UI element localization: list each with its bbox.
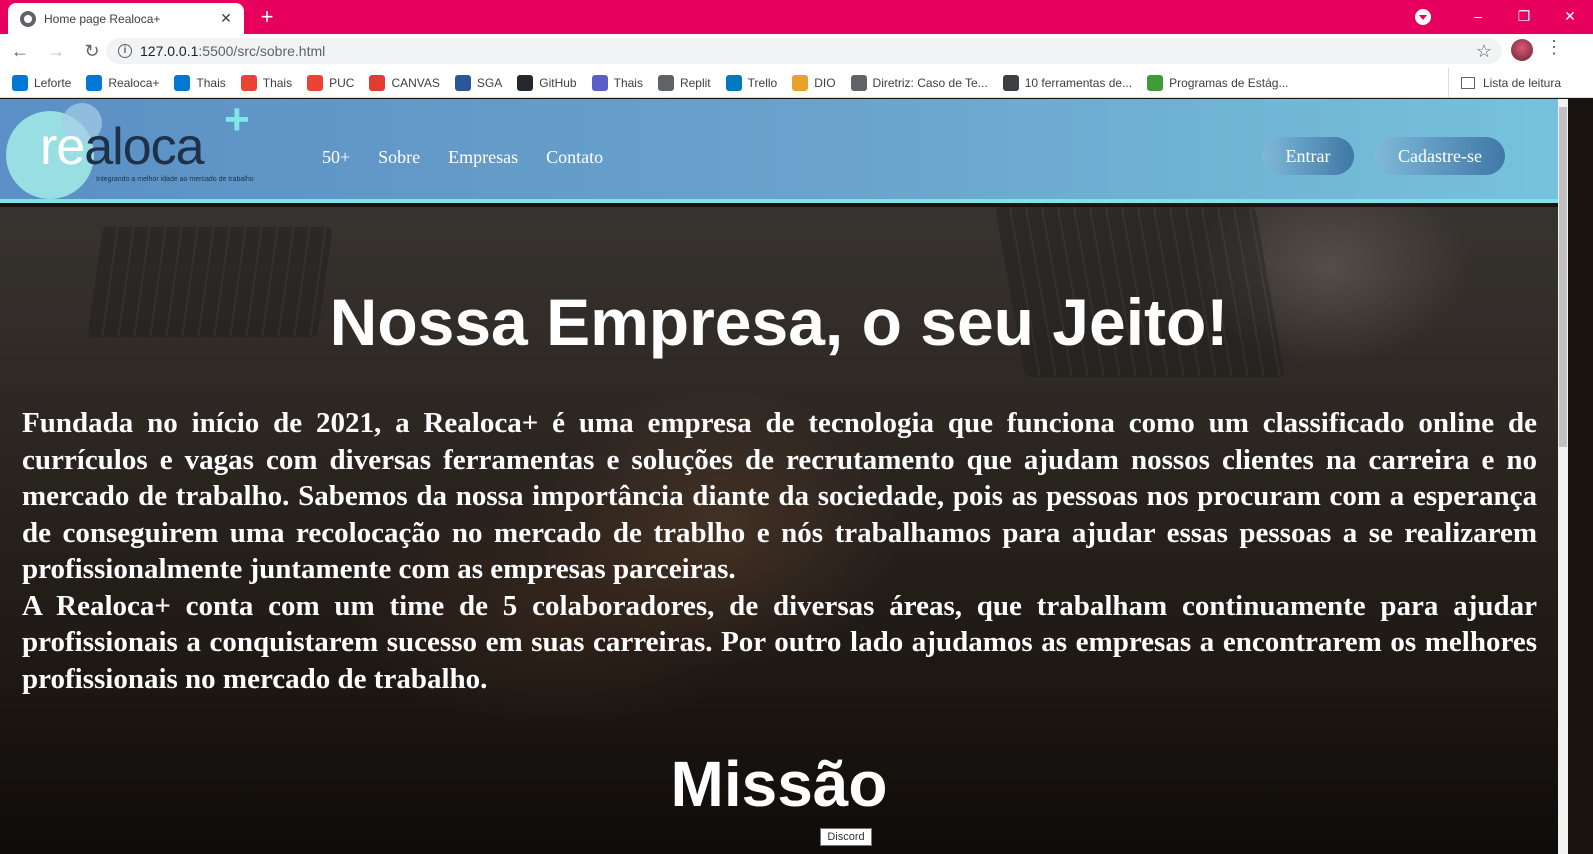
bookmark-item[interactable]: Leforte [12, 74, 72, 91]
bookmark-item[interactable]: Thais [174, 74, 226, 91]
sga-icon [454, 74, 471, 91]
bookmark-item[interactable]: Trello [725, 74, 778, 91]
reload-icon[interactable]: ↻ [76, 35, 108, 67]
bookmark-item[interactable]: GitHub [517, 74, 577, 91]
bookmark-label: Thais [262, 75, 293, 90]
minimize-button[interactable]: – [1455, 0, 1501, 34]
main-nav: 50+ Sobre Empresas Contato [322, 147, 631, 168]
close-tab-icon[interactable]: ✕ [218, 10, 234, 27]
profile-avatar[interactable] [1511, 39, 1533, 61]
bookmark-label: Programas de Estág... [1169, 75, 1289, 90]
nav-link-sobre[interactable]: Sobre [378, 147, 420, 168]
tooltip: Discord [820, 828, 872, 846]
tools-icon [1002, 74, 1019, 91]
about-paragraph: A Realoca+ conta com um time de 5 colabo… [22, 589, 1537, 695]
bookmark-label: GitHub [539, 75, 577, 90]
gmail-icon [307, 74, 324, 91]
bookmark-label: PUC [329, 75, 355, 90]
mission-heading: Missão [670, 748, 888, 820]
nav-link-50-plus[interactable]: 50+ [322, 147, 350, 168]
new-tab-button[interactable]: + [254, 4, 280, 30]
logo-aloca: aloca [84, 118, 204, 176]
bookmark-label: Thais [196, 75, 226, 90]
bookmark-item[interactable]: DIO [792, 74, 836, 91]
forward-icon[interactable]: → [40, 35, 72, 67]
bookmark-label: Trello [747, 75, 778, 90]
site-header: realoca + Integrando a melhor idade ao m… [0, 95, 1558, 203]
scrollbar-thumb[interactable] [1559, 107, 1567, 447]
reading-list-label: Lista de leitura [1482, 76, 1561, 90]
replit-icon [657, 74, 674, 91]
leaf-icon [1147, 74, 1164, 91]
info-icon[interactable]: i [118, 44, 132, 58]
url-host: 127.0.0.1 [140, 43, 199, 59]
dio-icon [792, 74, 809, 91]
browser-toolbar: ← → ↻ i 127.0.0.1:5500/src/sobre.html ☆ … [0, 34, 1593, 68]
logo-re: re [40, 118, 85, 176]
menu-icon[interactable]: ⋮ [1545, 37, 1563, 58]
logo-plus: + [224, 95, 250, 144]
hero-title: Nossa Empresa, o seu Jeito! [329, 285, 1229, 359]
reading-list-icon [1460, 77, 1475, 89]
github-icon [517, 74, 534, 91]
reading-list-button[interactable]: Lista de leitura [1447, 68, 1561, 98]
bookmark-item[interactable]: SGA [454, 74, 503, 91]
bookmark-item[interactable]: Realoca+ [86, 74, 160, 91]
bookmark-item[interactable]: 10 ferramentas de... [1002, 74, 1133, 91]
about-paragraph: Fundada no início de 2021, a Realoca+ é … [22, 407, 1537, 585]
logo-wordmark: realoca [40, 117, 205, 177]
nav-link-empresas[interactable]: Empresas [448, 147, 518, 168]
bookmark-label: Diretriz: Caso de Te... [872, 75, 988, 90]
outlook-icon [86, 74, 103, 91]
bookmark-item[interactable]: PUC [307, 74, 355, 91]
browser-tab[interactable]: Home page Realoca+ ✕ [8, 3, 244, 34]
tab-bar: Home page Realoca+ ✕ + – ❐ ✕ [0, 0, 1593, 34]
bookmark-label: CANVAS [391, 75, 440, 90]
hero-section: Nossa Empresa, o seu Jeito! Fundada no i… [0, 207, 1558, 854]
login-button[interactable]: Entrar [1262, 137, 1354, 175]
tab-search-icon[interactable] [1415, 9, 1431, 25]
gmail-icon [240, 74, 257, 91]
trello-icon [725, 74, 742, 91]
page-scrollbar[interactable] [1558, 99, 1568, 854]
bookmark-label: Thais [613, 75, 643, 90]
globe-icon [850, 74, 867, 91]
bookmark-item[interactable]: CANVAS [369, 74, 440, 91]
bookmark-label: Realoca+ [108, 75, 160, 90]
bookmark-label: DIO [814, 75, 836, 90]
restore-button[interactable]: ❐ [1501, 0, 1547, 34]
bookmark-star-icon[interactable]: ☆ [1476, 41, 1492, 62]
canvas-icon [369, 74, 386, 91]
url-path: :5500/src/sobre.html [198, 43, 326, 59]
bookmark-item[interactable]: Diretriz: Caso de Te... [850, 74, 988, 91]
outlook-icon [12, 74, 28, 91]
url-text: 127.0.0.1:5500/src/sobre.html [140, 43, 325, 59]
close-window-button[interactable]: ✕ [1547, 0, 1593, 34]
bookmark-item[interactable]: Thais [591, 74, 643, 91]
address-bar[interactable]: i 127.0.0.1:5500/src/sobre.html ☆ [106, 38, 1502, 64]
outlook-icon [174, 74, 191, 91]
bookmarks-bar: Leforte Realoca+ Thais Thais PUC CANVAS SGA Git… [0, 68, 1593, 98]
logo-tagline: Integrando a melhor idade ao mercado de … [96, 176, 254, 183]
bookmark-label: Leforte [34, 75, 72, 90]
bookmark-item[interactable]: Replit [657, 74, 711, 91]
bookmark-item[interactable]: Thais [240, 74, 293, 91]
nav-link-contato[interactable]: Contato [546, 147, 603, 168]
bookmark-label: SGA [476, 75, 503, 90]
back-icon[interactable]: ← [4, 35, 36, 67]
realoca-logo[interactable]: realoca + Integrando a melhor idade ao m… [6, 95, 266, 199]
tab-title: Home page Realoca+ [44, 11, 161, 26]
globe-icon [20, 10, 36, 27]
teams-icon [591, 74, 608, 91]
bookmark-item[interactable]: Programas de Estág... [1147, 74, 1289, 91]
bookmark-label: 10 ferramentas de... [1024, 75, 1133, 90]
bookmark-label: Replit [679, 75, 711, 90]
signup-button[interactable]: Cadastre-se [1375, 137, 1505, 175]
window-controls: – ❐ ✕ [1415, 0, 1593, 34]
about-text: Fundada no início de 2021, a Realoca+ é … [22, 405, 1537, 697]
